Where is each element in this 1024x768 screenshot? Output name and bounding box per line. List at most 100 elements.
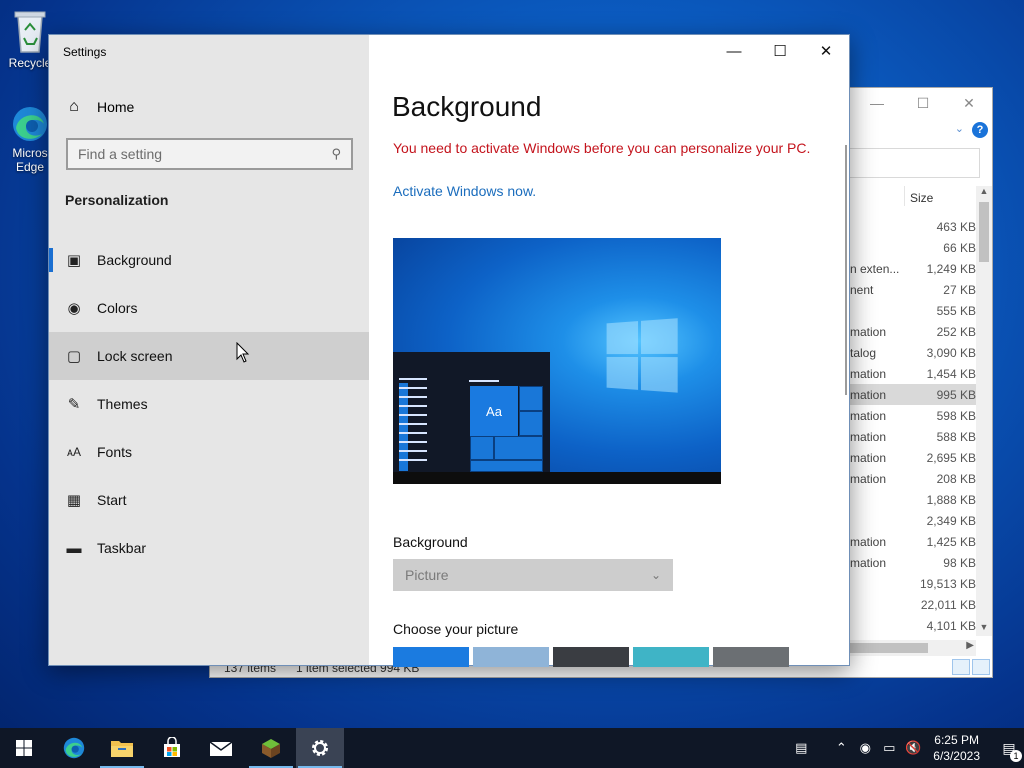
- file-row[interactable]: mation 252 KB: [848, 321, 978, 342]
- preview-tile-large: Aa: [470, 386, 518, 436]
- vertical-scrollbar[interactable]: ▲ ▼: [976, 186, 992, 636]
- file-size: 1,888 KB: [926, 492, 976, 507]
- sidebar-item-background[interactable]: ▣ Background: [49, 236, 369, 284]
- file-row[interactable]: 19,513 KB: [848, 573, 978, 594]
- taskbar-store-button[interactable]: [148, 728, 196, 768]
- grass-block-icon: [262, 739, 280, 758]
- file-row[interactable]: 555 KB: [848, 300, 978, 321]
- sidebar-item-start[interactable]: ▦ Start: [49, 476, 369, 524]
- file-row[interactable]: mation 2,695 KB: [848, 447, 978, 468]
- file-row[interactable]: mation 1,454 KB: [848, 363, 978, 384]
- file-row[interactable]: mation 598 KB: [848, 405, 978, 426]
- file-row[interactable]: 2,349 KB: [848, 510, 978, 531]
- sidebar-item-lock-screen[interactable]: ▢ Lock screen: [49, 332, 369, 380]
- file-size: 4,101 KB: [926, 618, 976, 633]
- preview-tile: [494, 436, 543, 460]
- picture-thumbnail[interactable]: [713, 647, 789, 667]
- show-hidden-icons-icon[interactable]: ⌃: [829, 740, 853, 756]
- close-icon[interactable]: ✕: [946, 88, 992, 118]
- preview-taskbar: [393, 472, 721, 484]
- picture-thumbnail[interactable]: [633, 647, 709, 667]
- file-row[interactable]: n exten... 1,249 KB: [848, 258, 978, 279]
- content-scrollbar[interactable]: [845, 145, 847, 395]
- themes-icon: ✎: [67, 396, 81, 413]
- sidebar-item-colors[interactable]: ◉ Colors: [49, 284, 369, 332]
- file-row[interactable]: 4,101 KB: [848, 615, 978, 636]
- file-row[interactable]: 1,888 KB: [848, 489, 978, 510]
- file-size: 588 KB: [936, 429, 976, 444]
- notification-badge: 1: [1010, 749, 1022, 762]
- file-size: 3,090 KB: [926, 345, 976, 360]
- scroll-up-icon[interactable]: ▲: [976, 186, 992, 200]
- edge-icon: [63, 737, 85, 759]
- mouse-cursor-icon: [236, 342, 250, 363]
- taskbar-edge-button[interactable]: [50, 728, 98, 768]
- maximize-icon[interactable]: ☐: [757, 35, 803, 67]
- taskbar-clock[interactable]: 6:25 PM 6/3/2023: [933, 732, 980, 764]
- large-icons-view-icon[interactable]: [972, 659, 990, 675]
- sidebar-item-fonts[interactable]: ᴀA Fonts: [49, 428, 369, 476]
- file-row[interactable]: mation 588 KB: [848, 426, 978, 447]
- file-size: 19,513 KB: [919, 576, 976, 591]
- picture-thumbnail[interactable]: [553, 647, 629, 667]
- settings-content: — ☐ ✕ Background You need to activate Wi…: [369, 35, 849, 667]
- file-row[interactable]: mation 208 KB: [848, 468, 978, 489]
- find-setting-input[interactable]: Find a setting ⚲: [66, 138, 353, 170]
- taskbar-file-explorer-button[interactable]: [98, 728, 146, 768]
- file-row[interactable]: nent 27 KB: [848, 279, 978, 300]
- maximize-icon[interactable]: ☐: [900, 88, 946, 118]
- file-row[interactable]: 22,011 KB: [848, 594, 978, 615]
- network-icon[interactable]: ▭: [877, 740, 901, 756]
- column-divider[interactable]: [904, 186, 905, 206]
- taskbar: ▤ ⌃ ◉ ▭ 🔇 6:25 PM 6/3/2023 ▤ 1: [0, 728, 1024, 768]
- chevron-down-icon[interactable]: ⌄: [955, 122, 964, 135]
- scroll-down-icon[interactable]: ▼: [976, 622, 992, 636]
- explorer-window-controls: — ☐ ✕: [854, 88, 992, 118]
- file-size: 995 KB: [936, 387, 976, 402]
- scrollbar-thumb[interactable]: [848, 643, 928, 653]
- help-icon[interactable]: ?: [972, 122, 988, 138]
- file-size: 1,454 KB: [926, 366, 976, 381]
- picture-thumbnail[interactable]: [393, 647, 469, 667]
- file-row[interactable]: mation 1,425 KB: [848, 531, 978, 552]
- file-list: 463 KB 66 KB n exten... 1,249 KB nent 27 KB 55…: [848, 216, 978, 636]
- file-row[interactable]: mation 98 KB: [848, 552, 978, 573]
- start-button[interactable]: [0, 728, 48, 768]
- file-size: 252 KB: [936, 324, 976, 339]
- volume-muted-icon[interactable]: 🔇: [901, 740, 925, 756]
- home-nav-item[interactable]: ⌂ Home: [65, 95, 134, 119]
- sidebar-item-themes[interactable]: ✎ Themes: [49, 380, 369, 428]
- close-icon[interactable]: ✕: [803, 35, 849, 67]
- file-row[interactable]: mation 995 KB: [848, 384, 978, 405]
- notification-center-icon[interactable]: ▤ 1: [994, 740, 1024, 762]
- column-header-size[interactable]: Size: [910, 191, 933, 205]
- scrollbar-thumb[interactable]: [979, 202, 989, 262]
- activate-windows-link[interactable]: Activate Windows now.: [393, 183, 536, 199]
- taskbar-mail-button[interactable]: [197, 728, 245, 768]
- taskbar-settings-button[interactable]: [296, 728, 344, 768]
- taskbar-icon: ▬: [66, 539, 82, 557]
- webcam-icon[interactable]: ◉: [853, 740, 877, 756]
- start-icon: ▦: [66, 492, 82, 509]
- background-type-select[interactable]: Picture ⌄: [393, 559, 673, 591]
- minimize-icon[interactable]: —: [854, 88, 900, 118]
- minimize-icon[interactable]: —: [711, 35, 757, 67]
- background-type-label: Background: [393, 534, 468, 550]
- view-toggles: [952, 659, 990, 675]
- scroll-right-icon[interactable]: ▶: [966, 640, 974, 651]
- file-row[interactable]: 463 KB: [848, 216, 978, 237]
- recycle-bin-label: Recycle: [8, 56, 52, 70]
- sidebar-item-label: Colors: [97, 300, 138, 316]
- file-row[interactable]: talog 3,090 KB: [848, 342, 978, 363]
- background-preview: Aa: [393, 238, 721, 484]
- details-view-icon[interactable]: [952, 659, 970, 675]
- news-widget-icon[interactable]: ▤: [789, 740, 813, 756]
- settings-window[interactable]: Settings ⌂ Home Find a setting ⚲ Persona…: [48, 34, 850, 667]
- sidebar-item-taskbar[interactable]: ▬ Taskbar: [49, 524, 369, 572]
- file-row[interactable]: 66 KB: [848, 237, 978, 258]
- horizontal-scrollbar[interactable]: ▶: [848, 640, 976, 656]
- taskbar-minecraft-button[interactable]: [247, 728, 295, 768]
- file-type: mation: [850, 450, 887, 465]
- picture-thumbnail[interactable]: [473, 647, 549, 667]
- search-box[interactable]: [848, 148, 980, 178]
